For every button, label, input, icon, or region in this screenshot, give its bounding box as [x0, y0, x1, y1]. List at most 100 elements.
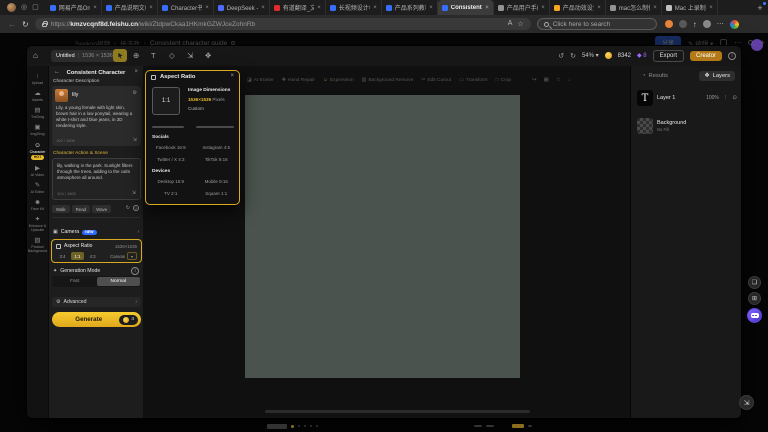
browser-tab[interactable]: Mac 上录制	[662, 0, 718, 15]
extension-icon-1[interactable]	[665, 20, 673, 28]
rail-tool[interactable]: ▤ Txt2Img	[27, 105, 48, 122]
suggestion-chip[interactable]: Wave	[92, 205, 111, 213]
panel-close-icon[interactable]: ×	[134, 69, 138, 75]
tab-close-icon[interactable]	[93, 5, 97, 11]
resize-tool-icon[interactable]: ⇲	[187, 51, 193, 60]
width-slider[interactable]	[152, 126, 184, 128]
tab-close-icon[interactable]	[653, 5, 657, 11]
canvas-extra-icon[interactable]: ☆	[556, 77, 561, 83]
horizontal-scrollbar[interactable]	[265, 410, 530, 413]
quick-search-box[interactable]: Click here to search	[537, 18, 657, 30]
apps-grid-button[interactable]: ⊞	[748, 292, 761, 305]
ratio-preset[interactable]: TikTok 9:16	[194, 157, 240, 162]
export-button[interactable]: Export	[653, 50, 684, 62]
capture-translate-button[interactable]: ❏	[748, 276, 761, 289]
address-bar[interactable]: https://kmzvcqnf8d.feishu.cn/wiki/ZtdpwC…	[35, 18, 531, 30]
ratio-preset[interactable]: Facebook 16:9	[148, 145, 194, 150]
refresh-icon[interactable]: ↻	[22, 20, 29, 29]
canvas-tool[interactable]: ◪ AI Eraser	[247, 77, 274, 83]
canvas-tool[interactable]: ✚ Hand Repair	[282, 77, 315, 83]
camera-section[interactable]: ▣ Camera NEW ›	[53, 227, 139, 237]
browser-tab[interactable]: mac怎么制作	[606, 0, 662, 15]
browser-tab[interactable]: 产品用户手册	[494, 0, 550, 15]
ratio-preset[interactable]: TV 2:1	[148, 191, 194, 196]
tab-close-icon[interactable]	[429, 5, 433, 11]
shape-tool-icon[interactable]: ◇	[169, 51, 175, 60]
pin-icon[interactable]	[231, 41, 235, 45]
zoom-level[interactable]: 54% ▾	[582, 52, 599, 59]
expand-preview-button[interactable]: ⇲	[739, 395, 754, 410]
undo-icon[interactable]: ↺	[558, 52, 564, 60]
help-icon[interactable]	[133, 205, 139, 211]
upload-tool-icon[interactable]: ⊕	[133, 51, 139, 60]
suggestion-chip[interactable]: Read	[72, 205, 91, 213]
mode-option[interactable]: Fast	[53, 277, 97, 286]
ratio-preset[interactable]: Twitter / X 4:3	[148, 157, 194, 162]
hand-tool-icon[interactable]: ✥	[205, 51, 211, 60]
extension-icon-3[interactable]	[703, 20, 711, 28]
tab-close-icon[interactable]	[541, 5, 545, 11]
browser-tab[interactable]: Character书写	[158, 0, 214, 15]
rail-tool[interactable]: ✦ Enhance & Upscale	[27, 214, 48, 235]
browser-profile-avatar[interactable]	[7, 3, 16, 12]
tab-close-icon[interactable]	[261, 5, 265, 11]
dialog-close-icon[interactable]: ×	[230, 73, 234, 79]
layer-opacity[interactable]: 100%	[706, 95, 719, 101]
favorite-star-icon[interactable]: ☆	[517, 20, 523, 28]
background-layer-row[interactable]: BackgroundNo Fill	[637, 116, 737, 136]
character-card[interactable]: lily ⚙ Lily, a young female with light s…	[52, 86, 141, 146]
text-tool-icon[interactable]: T	[151, 51, 156, 60]
tab-results[interactable]: ◔Results	[637, 71, 673, 81]
tab-layers[interactable]: ❖Layers	[699, 71, 735, 81]
info-icon[interactable]	[728, 52, 736, 60]
ratio-chip[interactable]: 4:3	[86, 252, 99, 260]
advanced-section[interactable]: ⚙ Advanced ›	[52, 297, 141, 307]
browser-tab[interactable]: 产品系列教程	[382, 0, 438, 15]
browser-tab[interactable]: 长视频设计相关	[326, 0, 382, 15]
tab-close-icon[interactable]	[373, 5, 377, 11]
ratio-preset[interactable]: Mobile 9:16	[194, 179, 240, 184]
tab-close-icon[interactable]	[317, 5, 321, 11]
ratio-chip[interactable]: 3:4	[56, 252, 69, 260]
height-slider[interactable]	[196, 126, 234, 128]
bell-icon[interactable]	[720, 39, 727, 46]
rail-tool[interactable]: ☁ Assets	[27, 88, 48, 105]
mode-option[interactable]: Normal	[97, 277, 141, 286]
generation-mode-info-icon[interactable]	[131, 267, 139, 275]
ai-assistant-button[interactable]	[747, 308, 762, 323]
browser-tab[interactable]: Consistent ch	[438, 0, 494, 15]
canvas-tool[interactable]: ☺ Expression	[323, 77, 354, 83]
read-aloud-icon[interactable]: A	[508, 20, 513, 28]
canvas-tool[interactable]: ✂ Edit Cutout	[421, 77, 451, 83]
browser-tab[interactable]: 产品说明文档	[102, 0, 158, 15]
tab-close-icon[interactable]	[597, 5, 601, 11]
custom-button[interactable]: Custom	[188, 106, 204, 111]
tab-close-icon[interactable]	[205, 5, 209, 11]
ratio-chip[interactable]: 1:1	[71, 252, 84, 260]
more-menu-icon[interactable]: ⋯	[717, 20, 724, 28]
creator-button[interactable]: Creator	[690, 51, 722, 61]
canvas-extra-icon[interactable]: ↓	[568, 77, 571, 83]
extension-icon-2[interactable]	[679, 20, 687, 28]
rail-tool[interactable]: ✎ AI Editor	[27, 180, 48, 197]
ratio-preset[interactable]: Square 1:1	[194, 191, 240, 196]
character-settings-icon[interactable]: ⚙	[133, 90, 137, 96]
rail-tool[interactable]: ↑ Upload	[27, 71, 48, 88]
rail-tool[interactable]: ▶ AI Video	[27, 163, 48, 180]
ratio-preset[interactable]: Desktop 16:9	[148, 179, 194, 184]
layer-row[interactable]: T Layer 1 100% ⋮ ⊙	[637, 88, 737, 108]
canvas-tool[interactable]: ▭ Transform	[459, 77, 487, 83]
canvas-tool[interactable]: □ Crop	[496, 77, 511, 83]
expand-icon[interactable]: ⇲	[133, 137, 137, 143]
rail-tool[interactable]: ☻ Face Kit	[27, 197, 48, 214]
redo-icon[interactable]: ↻	[570, 52, 576, 60]
browser-tab[interactable]: 产品动效设计	[550, 0, 606, 15]
layer-visibility-icon[interactable]: ⊙	[732, 95, 737, 101]
browser-tab[interactable]: 网易产品Onbo	[46, 0, 102, 15]
user-avatar[interactable]	[751, 39, 763, 51]
canvas-dropdown-icon[interactable]: ▾	[127, 252, 137, 260]
browser-tab[interactable]: DeepSeek - 探	[214, 0, 270, 15]
home-icon[interactable]: ⌂	[33, 51, 38, 60]
back-icon[interactable]: ←	[8, 20, 16, 29]
canvas-tool[interactable]: ▨ Background Remove	[362, 77, 414, 83]
